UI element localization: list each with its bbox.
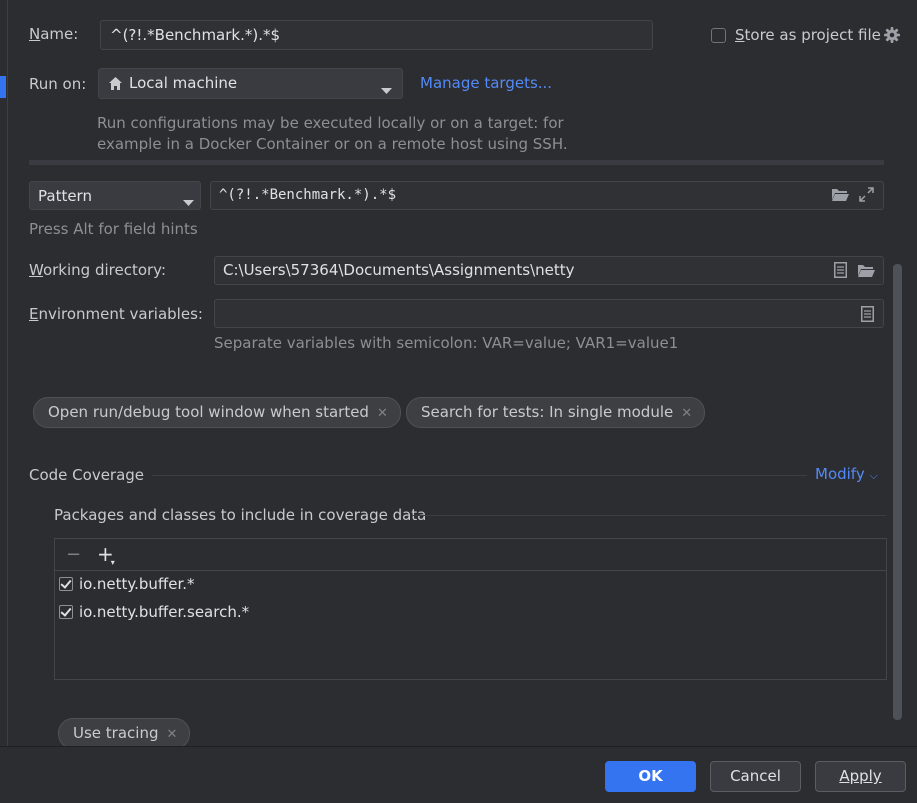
manage-targets-link[interactable]: Manage targets...	[420, 74, 552, 92]
option-chip-search-for-tests[interactable]: Search for tests: In single module ✕	[406, 397, 706, 428]
chip-label: Open run/debug tool window when started	[48, 403, 369, 421]
expand-icon[interactable]	[859, 187, 874, 206]
ok-button[interactable]: OK	[605, 761, 696, 792]
folder-icon[interactable]	[831, 187, 849, 206]
store-as-project-checkbox[interactable]	[711, 28, 726, 43]
packages-toolbar: − +▾	[55, 539, 886, 571]
item-checkbox[interactable]	[59, 577, 73, 591]
item-label: io.netty.buffer.search.*	[79, 603, 250, 621]
document-icon[interactable]	[861, 306, 874, 326]
environment-variables-label: Environment variables:	[29, 305, 203, 323]
folder-icon[interactable]	[857, 263, 875, 282]
environment-variables-input[interactable]	[214, 299, 884, 328]
working-directory-label: Working directory:	[29, 261, 167, 279]
modify-label: Modify	[815, 465, 865, 483]
remove-icon[interactable]: −	[66, 544, 81, 565]
gear-icon[interactable]	[883, 26, 901, 48]
home-icon	[108, 76, 123, 95]
section-divider	[29, 160, 884, 165]
store-as-project-label[interactable]: Store as project file	[735, 26, 881, 44]
chevron-down-icon: ⌵	[869, 469, 878, 482]
section-separator	[152, 475, 807, 476]
close-icon[interactable]: ✕	[166, 727, 177, 742]
modify-link[interactable]: Modify ⌵	[815, 465, 878, 483]
vertical-scrollbar[interactable]	[893, 264, 902, 720]
packages-title: Packages and classes to include in cover…	[54, 506, 427, 524]
option-chip-open-tool-window[interactable]: Open run/debug tool window when started ✕	[33, 397, 401, 428]
option-chip-use-tracing[interactable]: Use tracing ✕	[58, 718, 191, 749]
apply-button[interactable]: Apply	[815, 761, 906, 792]
cancel-button[interactable]: Cancel	[710, 761, 801, 792]
left-panel-edge	[0, 0, 8, 746]
name-input[interactable]: ^(?!.*Benchmark.*).*$	[100, 20, 653, 50]
list-item[interactable]: io.netty.buffer.*	[59, 575, 195, 593]
test-kind-value: Pattern	[38, 187, 92, 205]
pattern-input[interactable]: ^(?!.*Benchmark.*).*$	[210, 181, 884, 210]
document-icon[interactable]	[834, 262, 847, 282]
selected-config-marker	[0, 76, 6, 98]
environment-hint: Separate variables with semicolon: VAR=v…	[214, 334, 679, 352]
section-separator	[412, 515, 886, 516]
run-on-hint-line2: example in a Docker Container or on a re…	[97, 135, 568, 153]
chip-label: Search for tests: In single module	[421, 403, 674, 421]
close-icon[interactable]: ✕	[377, 406, 388, 421]
run-on-label: Run on:	[29, 75, 87, 93]
working-directory-input[interactable]: C:\Users\57364\Documents\Assignments\net…	[214, 256, 884, 285]
chevron-down-icon	[183, 193, 194, 211]
run-on-value: Local machine	[129, 74, 238, 92]
item-checkbox[interactable]	[59, 605, 73, 619]
packages-list-panel: − +▾ io.netty.buffer.* io.netty.buffer.s…	[54, 538, 887, 680]
working-directory-value: C:\Users\57364\Documents\Assignments\net…	[223, 261, 575, 279]
code-coverage-title: Code Coverage	[29, 466, 145, 484]
name-label: Name:	[29, 25, 79, 43]
add-icon[interactable]: +▾	[97, 542, 118, 567]
field-hint-text: Press Alt for field hints	[29, 220, 198, 238]
list-item[interactable]: io.netty.buffer.search.*	[59, 603, 249, 621]
chevron-down-icon	[381, 81, 392, 99]
run-on-hint-line1: Run configurations may be executed local…	[97, 114, 564, 132]
pattern-value: ^(?!.*Benchmark.*).*$	[219, 187, 397, 203]
close-icon[interactable]: ✕	[681, 406, 692, 421]
chip-label: Use tracing	[73, 724, 159, 742]
test-kind-dropdown[interactable]: Pattern	[29, 181, 201, 210]
item-label: io.netty.buffer.*	[79, 575, 195, 593]
run-on-dropdown[interactable]: Local machine	[98, 68, 403, 99]
